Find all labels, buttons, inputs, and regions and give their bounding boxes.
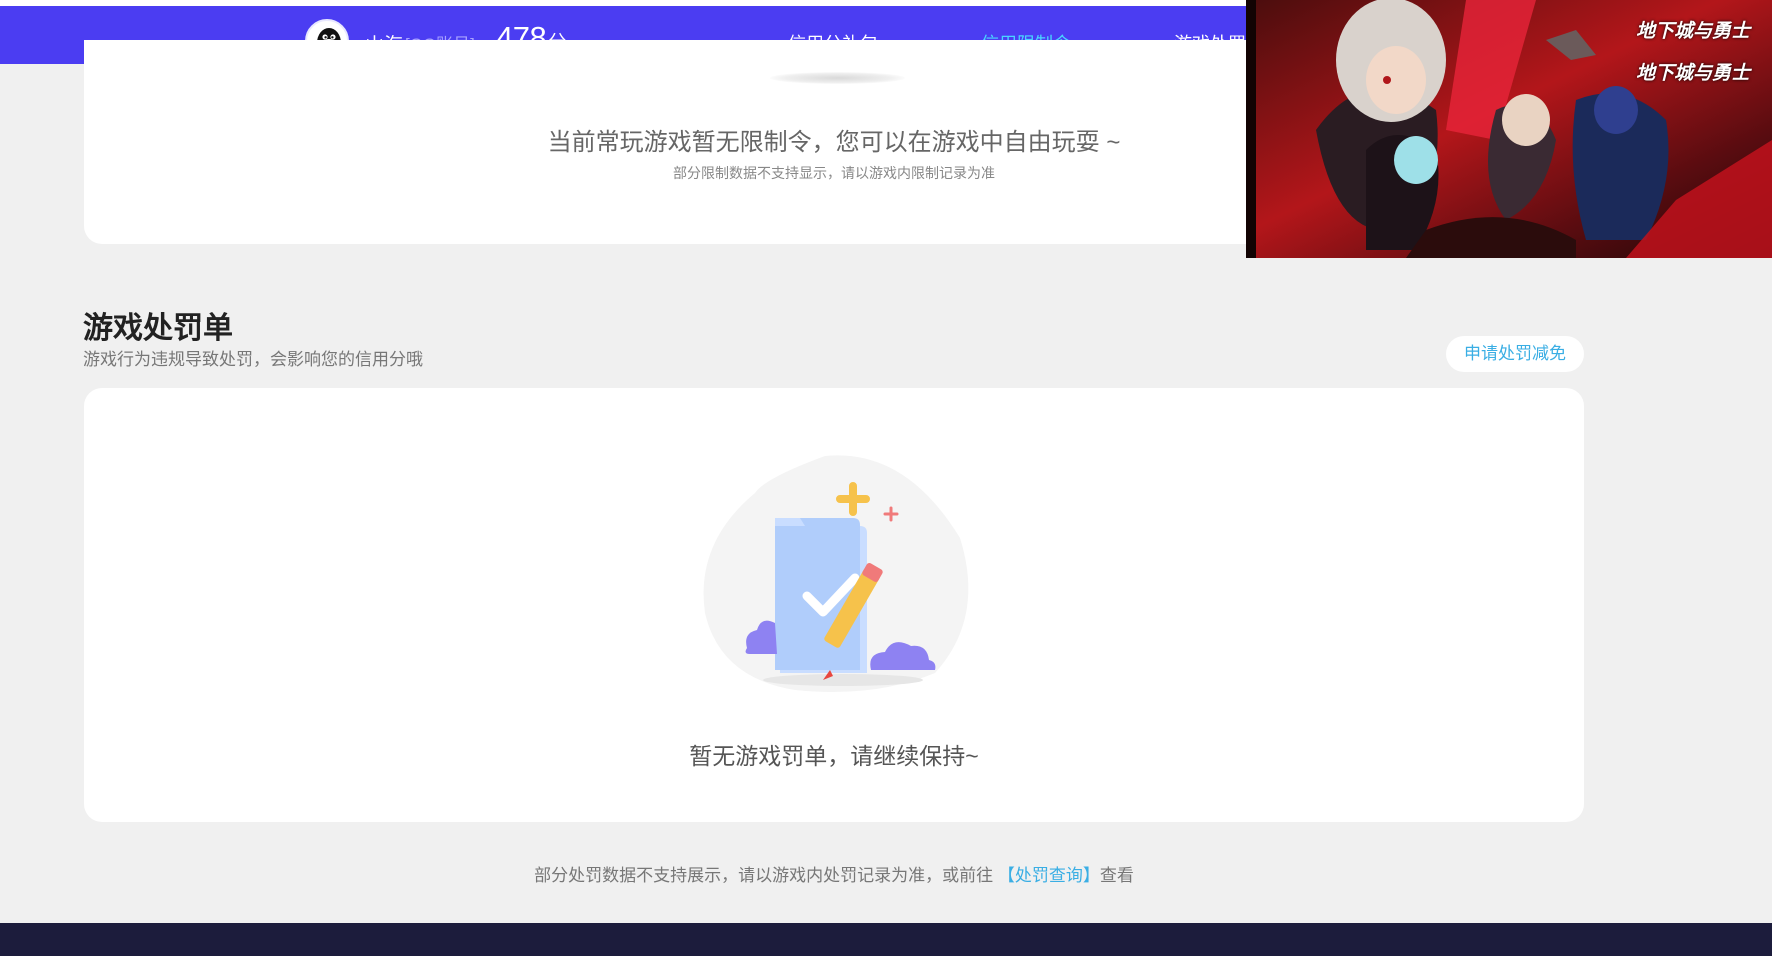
penalty-empty-message: 暂无游戏罚单，请继续保持~ [689, 743, 979, 769]
footer-note-suffix: 查看 [1099, 866, 1134, 885]
page-footer-bar [0, 923, 1772, 956]
empty-state-illustration [695, 448, 985, 698]
game-logo-2: 地下城与勇士 [1635, 63, 1750, 84]
section-subtitle: 游戏行为违规导致处罚，会影响您的信用分哦 [83, 350, 423, 369]
apply-penalty-reduction-button[interactable]: 申请处罚减免 [1446, 336, 1584, 372]
footer-note: 部分处罚数据不支持展示，请以游戏内处罚记录为准，或前往 【处罚查询】查看 [0, 861, 1668, 886]
section-title: 游戏处罚单 [83, 312, 233, 345]
game-logo-1: 地下城与勇士 [1635, 21, 1750, 42]
document-check-icon [703, 455, 969, 692]
game-ad-banner[interactable]: 地下城与勇士 地下城与勇士 [1246, 0, 1772, 258]
illustration-shadow [770, 72, 905, 84]
footer-note-text: 部分处罚数据不支持展示，请以游戏内处罚记录为准，或前往 [534, 866, 994, 885]
penalty-query-link[interactable]: 【处罚查询】 [998, 866, 1100, 885]
